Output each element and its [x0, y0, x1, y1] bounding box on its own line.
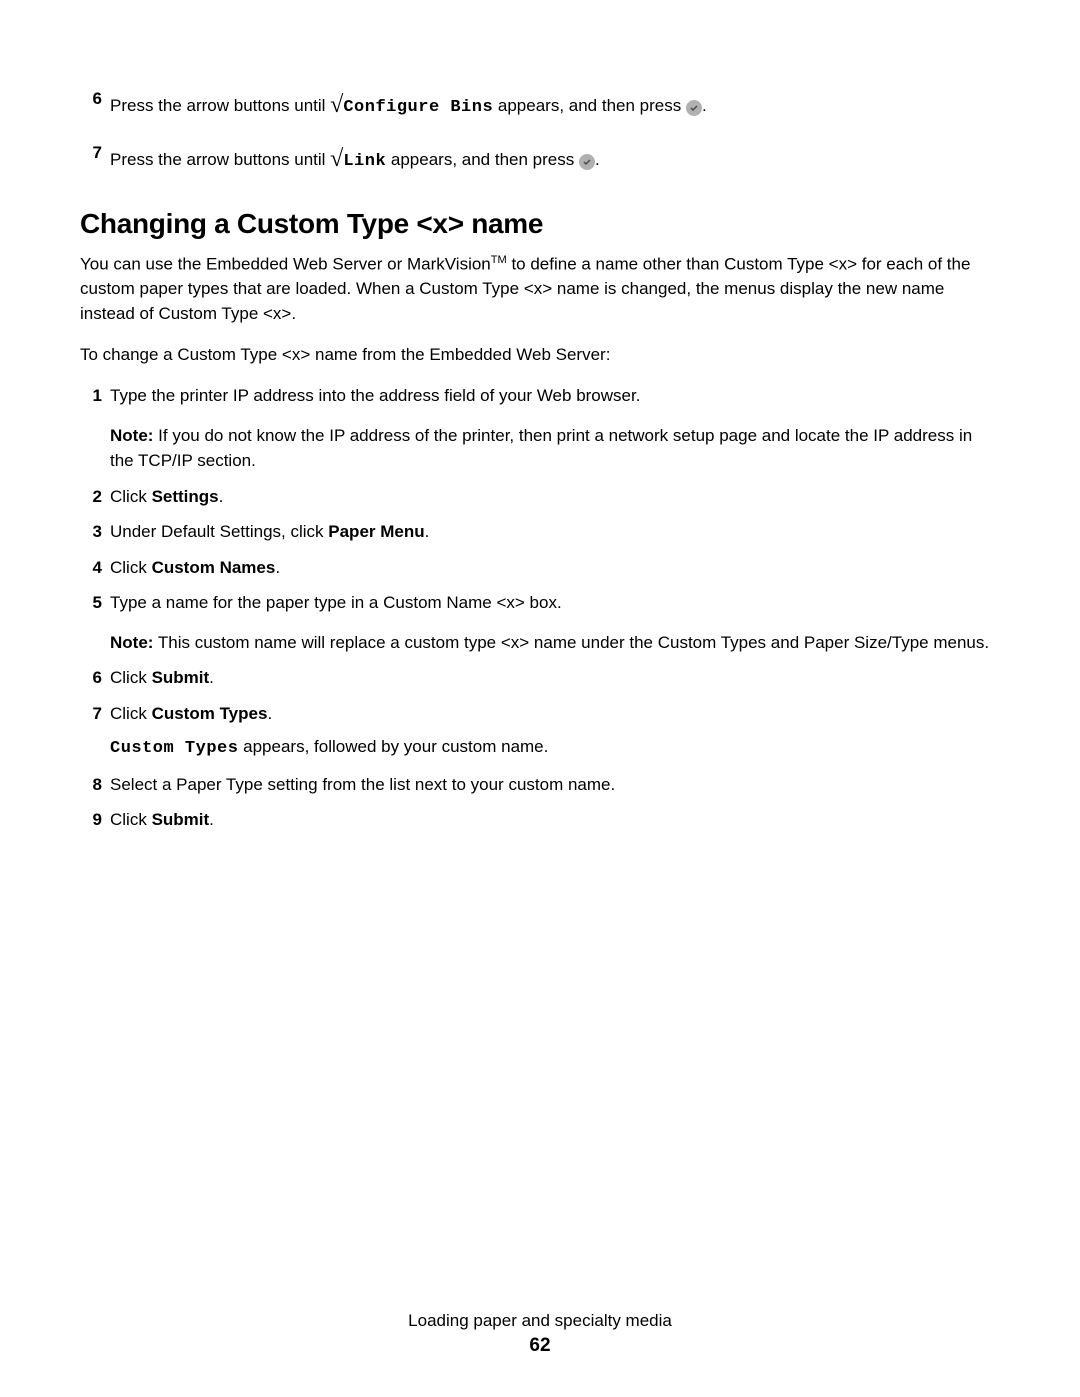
bold-custom-names: Custom Names: [152, 558, 276, 577]
checkmark-icon: √: [330, 92, 343, 118]
step-number: 6: [80, 86, 102, 112]
step-text: Type a name for the paper type in a Cust…: [110, 590, 1000, 616]
step-number: 1: [80, 383, 102, 409]
step-body: Type the printer IP address into the add…: [110, 383, 1000, 474]
step-body: Under Default Settings, click Paper Menu…: [110, 519, 1000, 545]
step-body: Click Settings.: [110, 484, 1000, 510]
footer-section-title: Loading paper and specialty media: [0, 1311, 1080, 1331]
step-body: Select a Paper Type setting from the lis…: [110, 772, 1000, 798]
step-1: 1 Type the printer IP address into the a…: [80, 383, 1000, 474]
step-body: Click Submit.: [110, 807, 1000, 833]
step-text-suffix: appears, and then press: [493, 96, 686, 115]
step-number: 7: [80, 140, 102, 166]
bold-custom-types: Custom Types: [152, 704, 268, 723]
step-2: 2 Click Settings.: [80, 484, 1000, 510]
pre: Click: [110, 704, 152, 723]
step-number: 3: [80, 519, 102, 545]
intro-paragraph-1: You can use the Embedded Web Server or M…: [80, 252, 1000, 327]
mono-custom-types: Custom Types: [110, 739, 238, 758]
intro-paragraph-2: To change a Custom Type <x> name from th…: [80, 343, 1000, 368]
step-text-prefix: Press the arrow buttons until: [110, 150, 330, 169]
pre: Click: [110, 487, 152, 506]
post: .: [275, 558, 280, 577]
step-3: 3 Under Default Settings, click Paper Me…: [80, 519, 1000, 545]
pre: Click: [110, 558, 152, 577]
note-text: If you do not know the IP address of the…: [110, 426, 972, 471]
intro1-a: You can use the Embedded Web Server or M…: [80, 255, 491, 274]
step-number: 6: [80, 665, 102, 691]
post: .: [267, 704, 272, 723]
note-label: Note:: [110, 426, 153, 445]
section-heading: Changing a Custom Type <x> name: [80, 208, 1000, 240]
sub-text: appears, followed by your custom name.: [238, 737, 548, 756]
pre: Under Default Settings, click: [110, 522, 328, 541]
step-body: Type a name for the paper type in a Cust…: [110, 590, 1000, 655]
step-body: Click Submit.: [110, 665, 1000, 691]
checkmark-icon: √: [330, 146, 343, 172]
top-step-7: 7 Press the arrow buttons until √Link ap…: [80, 140, 1000, 176]
ok-button-icon: [579, 154, 595, 170]
note-label: Note:: [110, 633, 153, 652]
numbered-steps: 1 Type the printer IP address into the a…: [80, 383, 1000, 833]
step-text: Type the printer IP address into the add…: [110, 383, 1000, 409]
period: .: [595, 150, 600, 169]
page-footer: Loading paper and specialty media 62: [0, 1311, 1080, 1357]
bold-submit: Submit: [152, 668, 210, 687]
footer-page-number: 62: [0, 1335, 1080, 1357]
step-number: 9: [80, 807, 102, 833]
step-4: 4 Click Custom Names.: [80, 555, 1000, 581]
step-number: 2: [80, 484, 102, 510]
pre: Click: [110, 810, 152, 829]
step-body: Click Custom Types. Custom Types appears…: [110, 701, 1000, 762]
step-8: 8 Select a Paper Type setting from the l…: [80, 772, 1000, 798]
step-body: Click Custom Names.: [110, 555, 1000, 581]
post: .: [209, 810, 214, 829]
step-number: 4: [80, 555, 102, 581]
step-text-prefix: Press the arrow buttons until: [110, 96, 330, 115]
pre: Click: [110, 668, 152, 687]
note-text: This custom name will replace a custom t…: [153, 633, 989, 652]
step-body: Press the arrow buttons until √Link appe…: [110, 140, 1000, 176]
step-number: 8: [80, 772, 102, 798]
step-7: 7 Click Custom Types. Custom Types appea…: [80, 701, 1000, 762]
bold-settings: Settings: [152, 487, 219, 506]
step-link: Link: [343, 152, 386, 171]
step-text: Select a Paper Type setting from the lis…: [110, 772, 1000, 798]
step-body: Press the arrow buttons until √Configure…: [110, 86, 1000, 122]
post: .: [209, 668, 214, 687]
ok-button-icon: [686, 100, 702, 116]
top-step-6: 6 Press the arrow buttons until √Configu…: [80, 86, 1000, 122]
post: .: [219, 487, 224, 506]
step-configure-bins: Configure Bins: [343, 98, 493, 117]
post: .: [425, 522, 430, 541]
step-5: 5 Type a name for the paper type in a Cu…: [80, 590, 1000, 655]
step-number: 5: [80, 590, 102, 616]
bold-paper-menu: Paper Menu: [328, 522, 424, 541]
bold-submit: Submit: [152, 810, 210, 829]
step-number: 7: [80, 701, 102, 727]
step-9: 9 Click Submit.: [80, 807, 1000, 833]
trademark-symbol: TM: [491, 254, 507, 266]
step-6: 6 Click Submit.: [80, 665, 1000, 691]
period: .: [702, 96, 707, 115]
step-text-suffix: appears, and then press: [386, 150, 579, 169]
document-page: 6 Press the arrow buttons until √Configu…: [0, 0, 1080, 833]
